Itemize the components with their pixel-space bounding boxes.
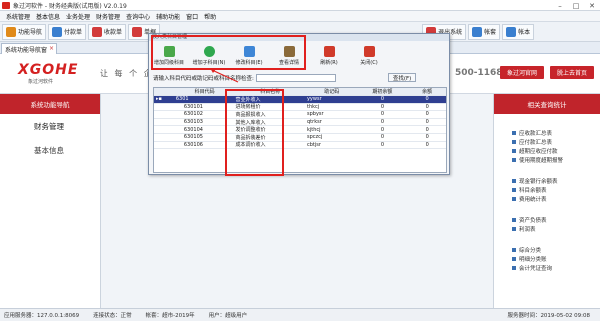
- subject-table: 科目代码 科目名称 助记码 期初余额 余额 ▸▪ 6301 营业外收入 yyws…: [153, 87, 447, 173]
- column-header[interactable]: 余额: [406, 88, 446, 95]
- report-link[interactable]: 明细分类账: [512, 254, 600, 263]
- menu-help[interactable]: 帮助: [201, 12, 219, 21]
- report-link[interactable]: 费用统计表: [512, 194, 600, 203]
- official-site-button[interactable]: 象过河官网: [500, 66, 544, 79]
- tab-close-icon[interactable]: ×: [49, 45, 54, 52]
- menu-bar: 系统管理 基本信息 业务处理 财务管理 查询中心 辅助功能 窗口 帮助: [0, 11, 600, 22]
- report-link[interactable]: 综合分类: [512, 245, 600, 254]
- menu-business[interactable]: 业务处理: [63, 12, 93, 21]
- report-link[interactable]: 资产负债表: [512, 215, 600, 224]
- minimize-icon[interactable]: –: [552, 0, 568, 11]
- nav-item-finance[interactable]: 财务管理: [0, 114, 100, 138]
- table-row[interactable]: 630106 成本调价收入 cbtjsr 0 0: [154, 142, 446, 150]
- column-header[interactable]: 助记码: [305, 88, 357, 95]
- right-panel: 相关查询统计 应收款汇总表 应付款汇总表 超期应收应付款 使用期度超期报警 现金…: [493, 94, 600, 308]
- report-link[interactable]: 超期应收应付款: [512, 146, 600, 155]
- receive-icon: [92, 26, 103, 37]
- toolbar-nav-button[interactable]: 功能导航: [2, 23, 47, 40]
- status-server: 应用服务器：127.0.0.1:8069: [4, 313, 80, 319]
- close-icon: [363, 46, 375, 57]
- account-icon: [472, 26, 483, 37]
- menu-window[interactable]: 窗口: [183, 12, 201, 21]
- book-icon: [506, 26, 517, 37]
- doc-icon: [132, 26, 143, 37]
- title-bar: 象过河软件 - 财务经典版(试用版) V2.0.19 – □ ✕: [0, 0, 600, 11]
- search-input[interactable]: [255, 73, 336, 82]
- status-bar: 应用服务器：127.0.0.1:8069 连接状态：正常 帐套：超市-2019年…: [0, 308, 600, 321]
- maximize-icon[interactable]: □: [568, 0, 584, 11]
- menu-basic-info[interactable]: 基本信息: [33, 12, 63, 21]
- left-nav-header: 系统功能导航: [0, 94, 100, 114]
- homepage-button[interactable]: 脱上去首页: [550, 66, 594, 79]
- report-link[interactable]: 科目余额表: [512, 185, 600, 194]
- nav-icon: [6, 26, 16, 37]
- search-label: 请输入科目代码或助记码或科目名称检查:: [153, 75, 254, 82]
- close-dialog-button[interactable]: 关闭(C): [351, 42, 387, 70]
- menu-system[interactable]: 系统管理: [3, 12, 33, 21]
- refresh-icon: [323, 46, 335, 57]
- report-link[interactable]: 利润表: [512, 224, 600, 233]
- nav-item-basic-info[interactable]: 基本信息: [0, 138, 100, 162]
- search-row: 请输入科目代码或助记码或科目名称检查: 查找(F): [153, 73, 417, 82]
- report-link[interactable]: 应付款汇总表: [512, 137, 600, 146]
- column-header[interactable]: 期初余额: [357, 88, 407, 95]
- report-group: 现金银行余额表 科目余额表 费用统计表: [512, 176, 600, 203]
- highlight-name-column-box: [225, 89, 284, 176]
- menu-aux[interactable]: 辅助功能: [153, 12, 183, 21]
- left-nav: 系统功能导航 财务管理 基本信息: [0, 94, 101, 308]
- refresh-button[interactable]: 刷新(R): [311, 42, 347, 70]
- status-time: 服务器时间：2019-05-02 09:08: [507, 313, 590, 319]
- tab-nav[interactable]: 系统功能导航窗 ×: [1, 43, 57, 54]
- toolbar-receive-button[interactable]: 收款单: [88, 23, 127, 40]
- toolbar-account-button[interactable]: 帐套: [468, 23, 501, 40]
- toolbar-pay-button[interactable]: 付款单: [48, 23, 87, 40]
- report-link[interactable]: 应收款汇总表: [512, 128, 600, 137]
- menu-finance[interactable]: 财务管理: [93, 12, 123, 21]
- table-header: 科目代码 科目名称 助记码 期初余额 余额: [154, 88, 446, 96]
- report-link[interactable]: 现金银行余额表: [512, 176, 600, 185]
- right-panel-header: 相关查询统计: [494, 94, 600, 114]
- status-connection: 连接状态：正常: [93, 313, 132, 319]
- folder-icon: ▸▪: [156, 96, 162, 103]
- report-group: 资产负债表 利润表: [512, 215, 600, 233]
- status-user: 用户：超级用户: [208, 313, 248, 319]
- find-button[interactable]: 查找(F): [387, 73, 417, 82]
- highlight-toolbar-box: [151, 35, 306, 70]
- report-link[interactable]: 会计凭证查询: [512, 263, 600, 272]
- hotline: 500-1168: [455, 68, 503, 78]
- pay-icon: [52, 26, 63, 37]
- menu-query[interactable]: 查询中心: [123, 12, 153, 21]
- window-title: 象过河软件 - 财务经典版(试用版) V2.0.19: [13, 2, 127, 10]
- report-group: 应收款汇总表 应付款汇总表 超期应收应付款 使用期度超期报警: [512, 128, 600, 164]
- report-link[interactable]: 使用期度超期报警: [512, 155, 600, 164]
- brand-logo: XGOHE 象过河软件: [18, 62, 79, 85]
- status-account: 帐套：超市-2019年: [145, 313, 195, 319]
- report-group: 综合分类 明细分类账 会计凭证查询: [512, 245, 600, 272]
- close-window-icon[interactable]: ✕: [584, 0, 600, 11]
- app-logo-icon: [2, 1, 10, 9]
- toolbar-book-button[interactable]: 帐本: [502, 23, 535, 40]
